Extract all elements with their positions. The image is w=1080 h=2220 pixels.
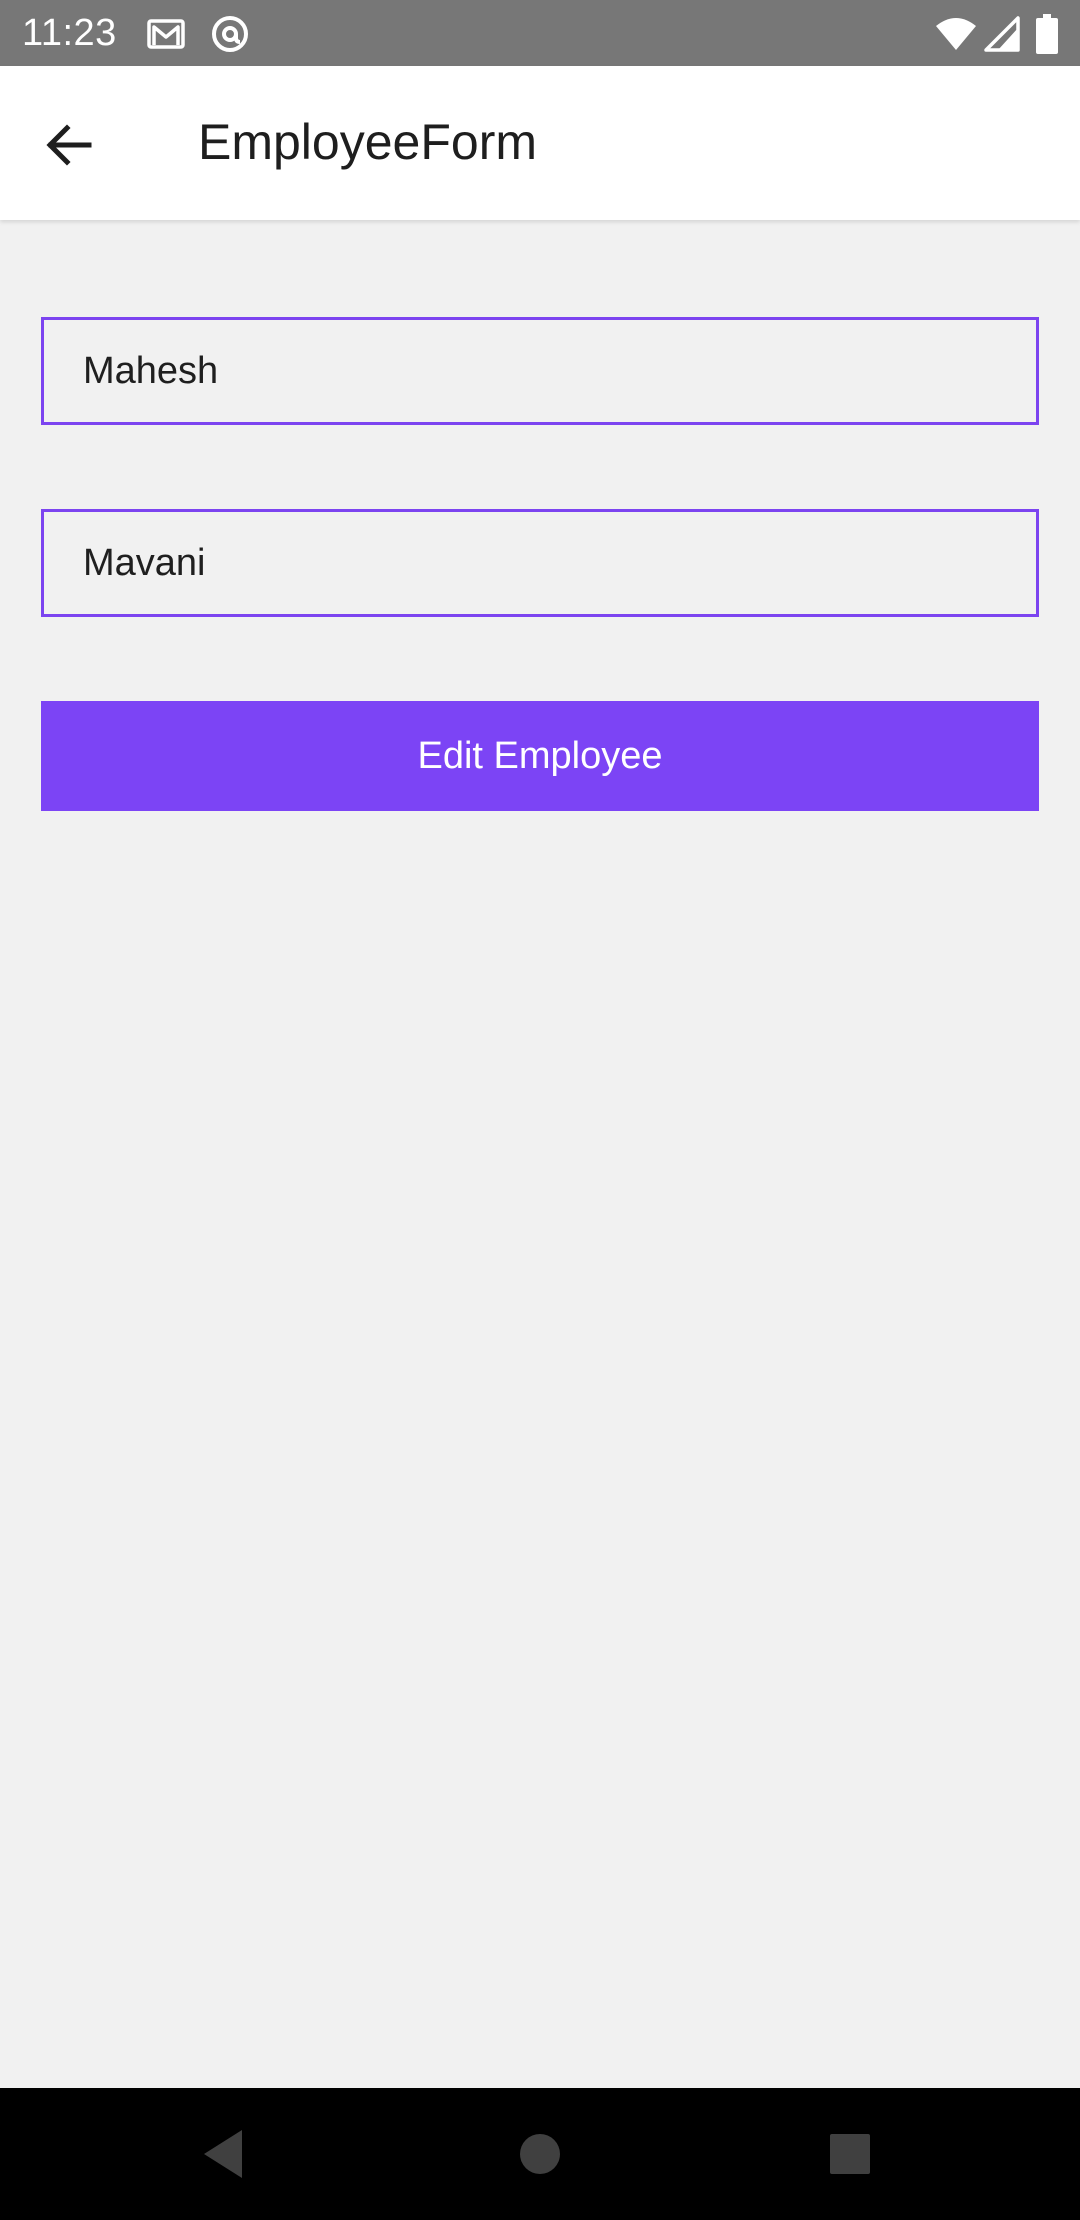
nav-home-button[interactable]: [510, 2124, 570, 2184]
first-name-input[interactable]: [83, 349, 1036, 393]
system-nav-bar: [0, 2088, 1080, 2220]
wifi-icon: [934, 14, 978, 54]
nav-back-icon: [196, 2124, 256, 2184]
back-button[interactable]: [34, 110, 104, 180]
page-title: EmployeeForm: [198, 114, 537, 170]
nav-home-icon: [510, 2124, 570, 2184]
status-bar: 11:23: [0, 0, 1080, 66]
edit-employee-button[interactable]: Edit Employee: [41, 701, 1039, 811]
nav-back-button[interactable]: [196, 2124, 256, 2184]
arrow-left-icon: [41, 117, 97, 173]
at-sign-icon: [210, 14, 250, 54]
last-name-field[interactable]: [41, 509, 1039, 617]
signal-icon: [982, 14, 1022, 54]
first-name-field[interactable]: [41, 317, 1039, 425]
gmail-icon: [146, 14, 186, 54]
battery-icon: [1034, 14, 1060, 54]
status-time: 11:23: [22, 12, 117, 54]
nav-recents-icon: [820, 2124, 880, 2184]
last-name-input[interactable]: [83, 541, 1036, 585]
app-bar: EmployeeForm: [0, 66, 1080, 220]
nav-recents-button[interactable]: [820, 2124, 880, 2184]
